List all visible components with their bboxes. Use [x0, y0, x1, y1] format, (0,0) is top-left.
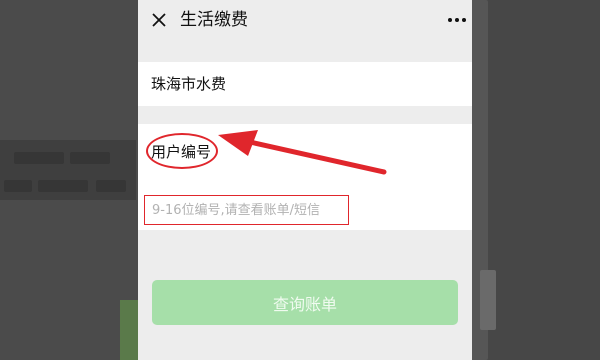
blurred-left-image — [120, 300, 140, 360]
account-card: 用户编号 — [138, 124, 472, 230]
page-title: 生活缴费 — [180, 10, 248, 30]
phone-screen: 生活缴费 珠海市水费 用户编号 查询账单 — [138, 0, 472, 360]
query-bill-button[interactable]: 查询账单 — [152, 280, 458, 325]
account-number-label: 用户编号 — [151, 143, 212, 161]
nav-header: 生活缴费 — [138, 0, 472, 44]
close-icon[interactable] — [148, 9, 170, 31]
more-icon[interactable] — [446, 10, 468, 30]
company-card[interactable]: 珠海市水费 — [138, 62, 472, 106]
account-number-input[interactable] — [148, 197, 356, 223]
blurred-left-content — [0, 140, 136, 200]
blurred-right-content — [470, 0, 600, 360]
company-name: 珠海市水费 — [151, 75, 227, 93]
